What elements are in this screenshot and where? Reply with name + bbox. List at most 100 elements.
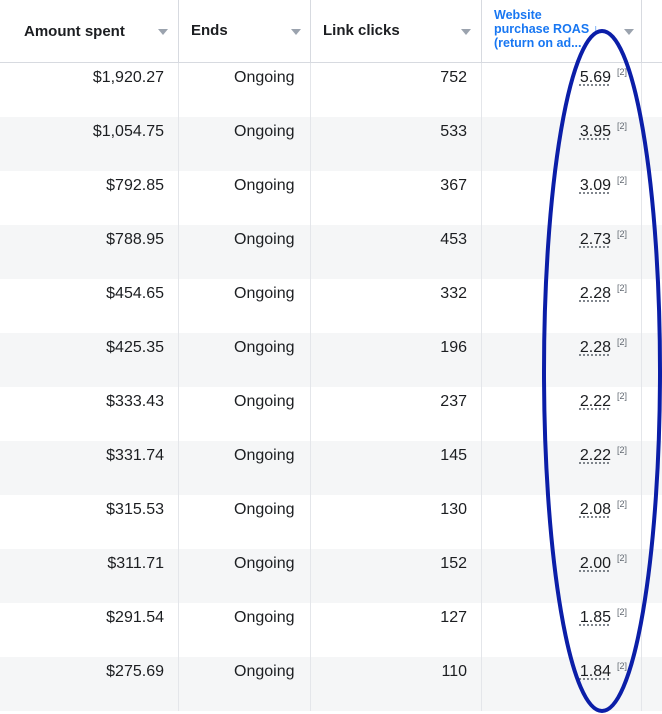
amount-spent-value: $425.35 (106, 339, 164, 356)
ends-value: Ongoing (234, 501, 295, 518)
table-row[interactable]: $425.35 Ongoing 196 2.28 [2] (0, 333, 662, 387)
table-row[interactable]: $1,920.27 Ongoing 752 5.69 [2] (0, 63, 662, 117)
amount-spent-value: $331.74 (106, 447, 164, 464)
footnote-marker[interactable]: [2] (617, 553, 627, 563)
footnote-marker[interactable]: [2] (617, 607, 627, 617)
ends-value: Ongoing (234, 285, 295, 302)
table-row[interactable]: $792.85 Ongoing 367 3.09 [2] (0, 171, 662, 225)
roas-value[interactable]: 2.73 (580, 231, 611, 249)
column-header-ends[interactable]: Ends (179, 0, 311, 62)
roas-value[interactable]: 2.28 (580, 285, 611, 303)
amount-spent-value: $454.65 (106, 285, 164, 302)
amount-spent-value: $275.69 (106, 663, 164, 680)
roas-cell: 1.85 [2] (482, 603, 642, 657)
footnote-marker[interactable]: [2] (617, 337, 627, 347)
ends-cell: Ongoing (179, 333, 311, 387)
column-header-roas[interactable]: Website purchase ROAS ↓ (return on ad... (482, 0, 642, 62)
link-clicks-value: 145 (440, 447, 467, 464)
link-clicks-value: 130 (440, 501, 467, 518)
amount-spent-cell: $788.95 (0, 225, 179, 279)
ends-value: Ongoing (234, 123, 295, 140)
roas-value[interactable]: 2.22 (580, 393, 611, 411)
footnote-marker[interactable]: [2] (617, 175, 627, 185)
roas-cell: 1.84 [2] (482, 657, 642, 711)
column-label-sorted: Website purchase ROAS ↓ (return on ad... (494, 8, 599, 50)
column-header-amount-spent[interactable]: Amount spent (0, 0, 179, 62)
roas-cell: 2.00 [2] (482, 549, 642, 603)
ads-results-table: Amount spent Ends Link clicks Website pu… (0, 0, 662, 711)
footnote-marker[interactable]: [2] (617, 499, 627, 509)
table-row[interactable]: $275.69 Ongoing 110 1.84 [2] (0, 657, 662, 711)
roas-cell: 2.22 [2] (482, 387, 642, 441)
roas-value[interactable]: 2.22 (580, 447, 611, 465)
column-label: Amount spent (24, 23, 125, 40)
column-label: Ends (191, 22, 228, 39)
ends-cell: Ongoing (179, 171, 311, 225)
link-clicks-value: 332 (440, 285, 467, 302)
footnote-marker[interactable]: [2] (617, 661, 627, 671)
footnote-marker[interactable]: [2] (617, 283, 627, 293)
link-clicks-cell: 453 (311, 225, 482, 279)
table-row[interactable]: $331.74 Ongoing 145 2.22 [2] (0, 441, 662, 495)
table-row[interactable]: $788.95 Ongoing 453 2.73 [2] (0, 225, 662, 279)
amount-spent-cell: $275.69 (0, 657, 179, 711)
ends-value: Ongoing (234, 393, 295, 410)
link-clicks-cell: 145 (311, 441, 482, 495)
link-clicks-value: 453 (440, 231, 467, 248)
roas-value[interactable]: 3.95 (580, 123, 611, 141)
ends-cell: Ongoing (179, 117, 311, 171)
ends-value: Ongoing (234, 447, 295, 464)
link-clicks-cell: 152 (311, 549, 482, 603)
roas-value[interactable]: 1.85 (580, 609, 611, 627)
link-clicks-cell: 533 (311, 117, 482, 171)
roas-value[interactable]: 5.69 (580, 69, 611, 87)
roas-value[interactable]: 1.84 (580, 663, 611, 681)
ends-value: Ongoing (234, 177, 295, 194)
roas-value[interactable]: 2.28 (580, 339, 611, 357)
roas-value[interactable]: 2.08 (580, 501, 611, 519)
footnote-marker[interactable]: [2] (617, 229, 627, 239)
column-label: Link clicks (323, 22, 400, 39)
link-clicks-cell: 127 (311, 603, 482, 657)
link-clicks-cell: 367 (311, 171, 482, 225)
footnote-marker[interactable]: [2] (617, 67, 627, 77)
table-header: Amount spent Ends Link clicks Website pu… (0, 0, 662, 63)
ends-cell: Ongoing (179, 441, 311, 495)
roas-cell: 2.08 [2] (482, 495, 642, 549)
footnote-marker[interactable]: [2] (617, 445, 627, 455)
footnote-marker[interactable]: [2] (617, 391, 627, 401)
table-row[interactable]: $1,054.75 Ongoing 533 3.95 [2] (0, 117, 662, 171)
amount-spent-value: $291.54 (106, 609, 164, 626)
chevron-down-icon[interactable] (461, 29, 471, 35)
amount-spent-cell: $1,920.27 (0, 63, 179, 117)
table-row[interactable]: $291.54 Ongoing 127 1.85 [2] (0, 603, 662, 657)
amount-spent-cell: $331.74 (0, 441, 179, 495)
table-row[interactable]: $311.71 Ongoing 152 2.00 [2] (0, 549, 662, 603)
roas-cell: 5.69 [2] (482, 63, 642, 117)
ends-cell: Ongoing (179, 225, 311, 279)
roas-value[interactable]: 3.09 (580, 177, 611, 195)
chevron-down-icon[interactable] (624, 29, 634, 35)
link-clicks-cell: 130 (311, 495, 482, 549)
amount-spent-value: $315.53 (106, 501, 164, 518)
link-clicks-value: 196 (440, 339, 467, 356)
link-clicks-value: 127 (440, 609, 467, 626)
chevron-down-icon[interactable] (158, 29, 168, 35)
table-row[interactable]: $454.65 Ongoing 332 2.28 [2] (0, 279, 662, 333)
amount-spent-cell: $311.71 (0, 549, 179, 603)
roas-value[interactable]: 2.00 (580, 555, 611, 573)
table-row[interactable]: $315.53 Ongoing 130 2.08 [2] (0, 495, 662, 549)
table-row[interactable]: $333.43 Ongoing 237 2.22 [2] (0, 387, 662, 441)
footnote-marker[interactable]: [2] (617, 121, 627, 131)
column-header-link-clicks[interactable]: Link clicks (311, 0, 482, 62)
link-clicks-value: 152 (440, 555, 467, 572)
amount-spent-cell: $333.43 (0, 387, 179, 441)
chevron-down-icon[interactable] (291, 29, 301, 35)
link-clicks-cell: 237 (311, 387, 482, 441)
table-body: $1,920.27 Ongoing 752 5.69 [2] $1,054.75 Ongoi… (0, 63, 662, 711)
roas-cell: 3.95 [2] (482, 117, 642, 171)
amount-spent-cell: $425.35 (0, 333, 179, 387)
ends-cell: Ongoing (179, 603, 311, 657)
roas-cell: 3.09 [2] (482, 171, 642, 225)
roas-cell: 2.73 [2] (482, 225, 642, 279)
